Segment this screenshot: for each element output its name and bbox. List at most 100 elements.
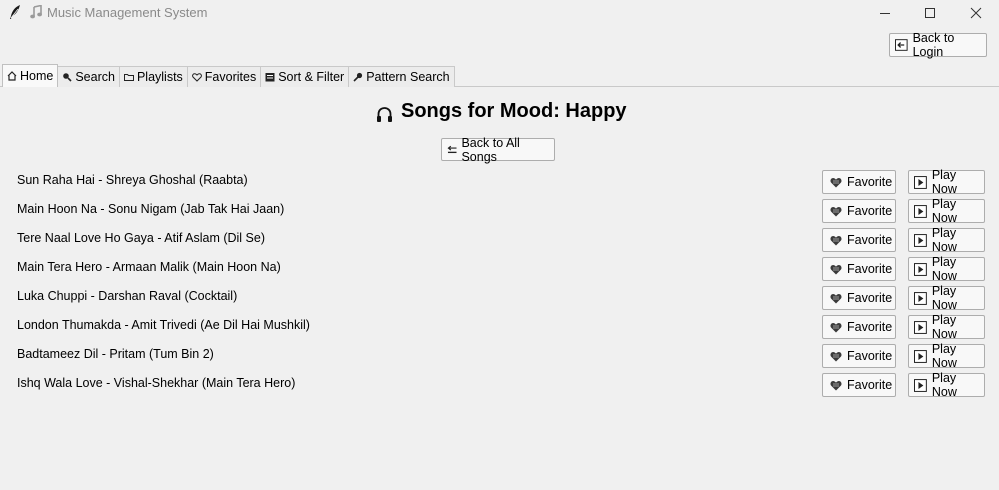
favorite-button[interactable]: Favorite <box>822 286 896 310</box>
play-now-button[interactable]: Play Now <box>908 313 985 341</box>
tab-playlists[interactable]: Playlists <box>118 66 188 87</box>
back-to-all-songs-button[interactable]: Back to All Songs <box>441 135 555 164</box>
play-icon <box>914 378 927 392</box>
play-now-button[interactable]: Play Now <box>908 226 985 254</box>
favorite-label: Favorite <box>847 320 893 334</box>
feather-icon <box>10 5 20 19</box>
list-item: Sun Raha Hai - Shreya Ghoshal (Raabta) Fa… <box>0 168 999 196</box>
heart-icon <box>830 322 842 332</box>
tab-sort-filter[interactable]: Sort & Filter <box>260 66 350 87</box>
favorite-button[interactable]: Favorite <box>822 170 896 194</box>
tab-search-label: Search <box>75 70 115 84</box>
play-now-label: Play Now <box>931 197 957 225</box>
close-icon <box>970 7 982 19</box>
play-now-label: Play Now <box>931 371 957 399</box>
play-now-label: Play Now <box>931 342 957 370</box>
page-title: Songs for Mood: Happy <box>376 97 627 125</box>
back-to-all-songs-label: Back to All Songs <box>461 135 520 164</box>
play-icon <box>914 320 927 334</box>
back-to-login-label: Back to Login <box>912 31 955 59</box>
favorite-button[interactable]: Favorite <box>822 315 896 339</box>
song-title: Tere Naal Love Ho Gaya - Atif Aslam (Dil… <box>17 231 266 245</box>
tab-search[interactable]: Search <box>57 66 120 87</box>
heart-icon <box>830 235 842 245</box>
song-title: Main Hoon Na - Sonu Nigam (Jab Tak Hai J… <box>17 202 285 216</box>
play-now-button[interactable]: Play Now <box>908 371 985 399</box>
page-title-text: Songs for Mood: Happy <box>401 99 627 122</box>
headphones-icon <box>377 106 392 122</box>
magnifier-icon <box>63 73 72 82</box>
heart-icon <box>830 293 842 303</box>
favorite-button[interactable]: Favorite <box>822 344 896 368</box>
song-title: Ishq Wala Love - Vishal-Shekhar (Main Te… <box>17 376 296 390</box>
window-title: Music Management System <box>47 5 208 20</box>
favorite-label: Favorite <box>847 262 893 276</box>
heart-icon <box>830 206 842 216</box>
play-now-button[interactable]: Play Now <box>908 168 985 196</box>
play-now-label: Play Now <box>931 168 957 196</box>
heart-icon <box>191 73 202 82</box>
folder-icon <box>123 74 134 81</box>
back-arrow-icon <box>895 39 908 51</box>
close-button[interactable] <box>953 0 999 26</box>
heart-icon <box>830 380 842 390</box>
play-icon <box>914 175 927 189</box>
list-item: Main Hoon Na - Sonu Nigam (Jab Tak Hai J… <box>0 197 999 225</box>
play-icon <box>914 204 927 218</box>
tab-playlists-label: Playlists <box>136 70 183 84</box>
favorite-label: Favorite <box>847 175 893 189</box>
favorite-label: Favorite <box>847 378 893 392</box>
song-title: Sun Raha Hai - Shreya Ghoshal (Raabta) <box>17 173 248 187</box>
play-now-label: Play Now <box>931 226 957 254</box>
home-icon <box>7 71 17 81</box>
favorite-button[interactable]: Favorite <box>822 373 896 397</box>
play-now-button[interactable]: Play Now <box>908 197 985 225</box>
song-title: Badtameez Dil - Pritam (Tum Bin 2) <box>17 347 214 361</box>
filter-icon <box>265 73 275 82</box>
tab-pattern-search[interactable]: Pattern Search <box>348 66 455 87</box>
list-item: Badtameez Dil - Pritam (Tum Bin 2) Favori… <box>0 342 999 370</box>
play-now-button[interactable]: Play Now <box>908 342 985 370</box>
title-bar: Music Management System <box>0 0 999 26</box>
song-title: Main Tera Hero - Armaan Malik (Main Hoon… <box>17 260 281 274</box>
favorite-button[interactable]: Favorite <box>822 257 896 281</box>
list-item: Main Tera Hero - Armaan Malik (Main Hoon… <box>0 255 999 283</box>
favorite-button[interactable]: Favorite <box>822 228 896 252</box>
back-to-login-button[interactable]: Back to Login <box>889 31 987 59</box>
music-note-icon <box>30 5 42 19</box>
list-item: Tere Naal Love Ho Gaya - Atif Aslam (Dil… <box>0 226 999 254</box>
list-item: London Thumakda - Amit Trivedi (Ae Dil H… <box>0 313 999 341</box>
tab-home-label: Home <box>20 69 54 83</box>
play-now-button[interactable]: Play Now <box>908 255 985 283</box>
tab-pattern-search-label: Pattern Search <box>366 70 450 84</box>
maximize-icon <box>925 8 935 18</box>
minimize-button[interactable] <box>862 0 908 26</box>
song-title: Luka Chuppi - Darshan Raval (Cocktail) <box>17 289 238 303</box>
favorite-label: Favorite <box>847 204 893 218</box>
favorite-label: Favorite <box>847 291 893 305</box>
minimize-icon <box>880 13 890 14</box>
list-item: Luka Chuppi - Darshan Raval (Cocktail) Fa… <box>0 284 999 312</box>
tab-favorites-label: Favorites <box>204 70 257 84</box>
tab-home[interactable]: Home <box>2 64 59 87</box>
tab-favorites[interactable]: Favorites <box>186 66 262 87</box>
play-icon <box>914 291 927 305</box>
song-title: London Thumakda - Amit Trivedi (Ae Dil H… <box>17 318 310 332</box>
heart-icon <box>830 351 842 361</box>
key-icon <box>353 72 363 82</box>
maximize-button[interactable] <box>907 0 953 26</box>
list-item: Ishq Wala Love - Vishal-Shekhar (Main Te… <box>0 371 999 399</box>
heart-icon <box>830 264 842 274</box>
tab-bar: Home Search Playlists Favorites Sort & F… <box>2 64 455 87</box>
favorite-label: Favorite <box>847 349 893 363</box>
favorite-button[interactable]: Favorite <box>822 199 896 223</box>
play-icon <box>914 262 927 276</box>
play-icon <box>914 349 927 363</box>
play-now-label: Play Now <box>931 255 957 283</box>
tab-sort-filter-label: Sort & Filter <box>278 70 345 84</box>
play-icon <box>914 233 927 247</box>
heart-icon <box>830 177 842 187</box>
favorite-label: Favorite <box>847 233 893 247</box>
play-now-button[interactable]: Play Now <box>908 284 985 312</box>
play-now-label: Play Now <box>931 284 957 312</box>
